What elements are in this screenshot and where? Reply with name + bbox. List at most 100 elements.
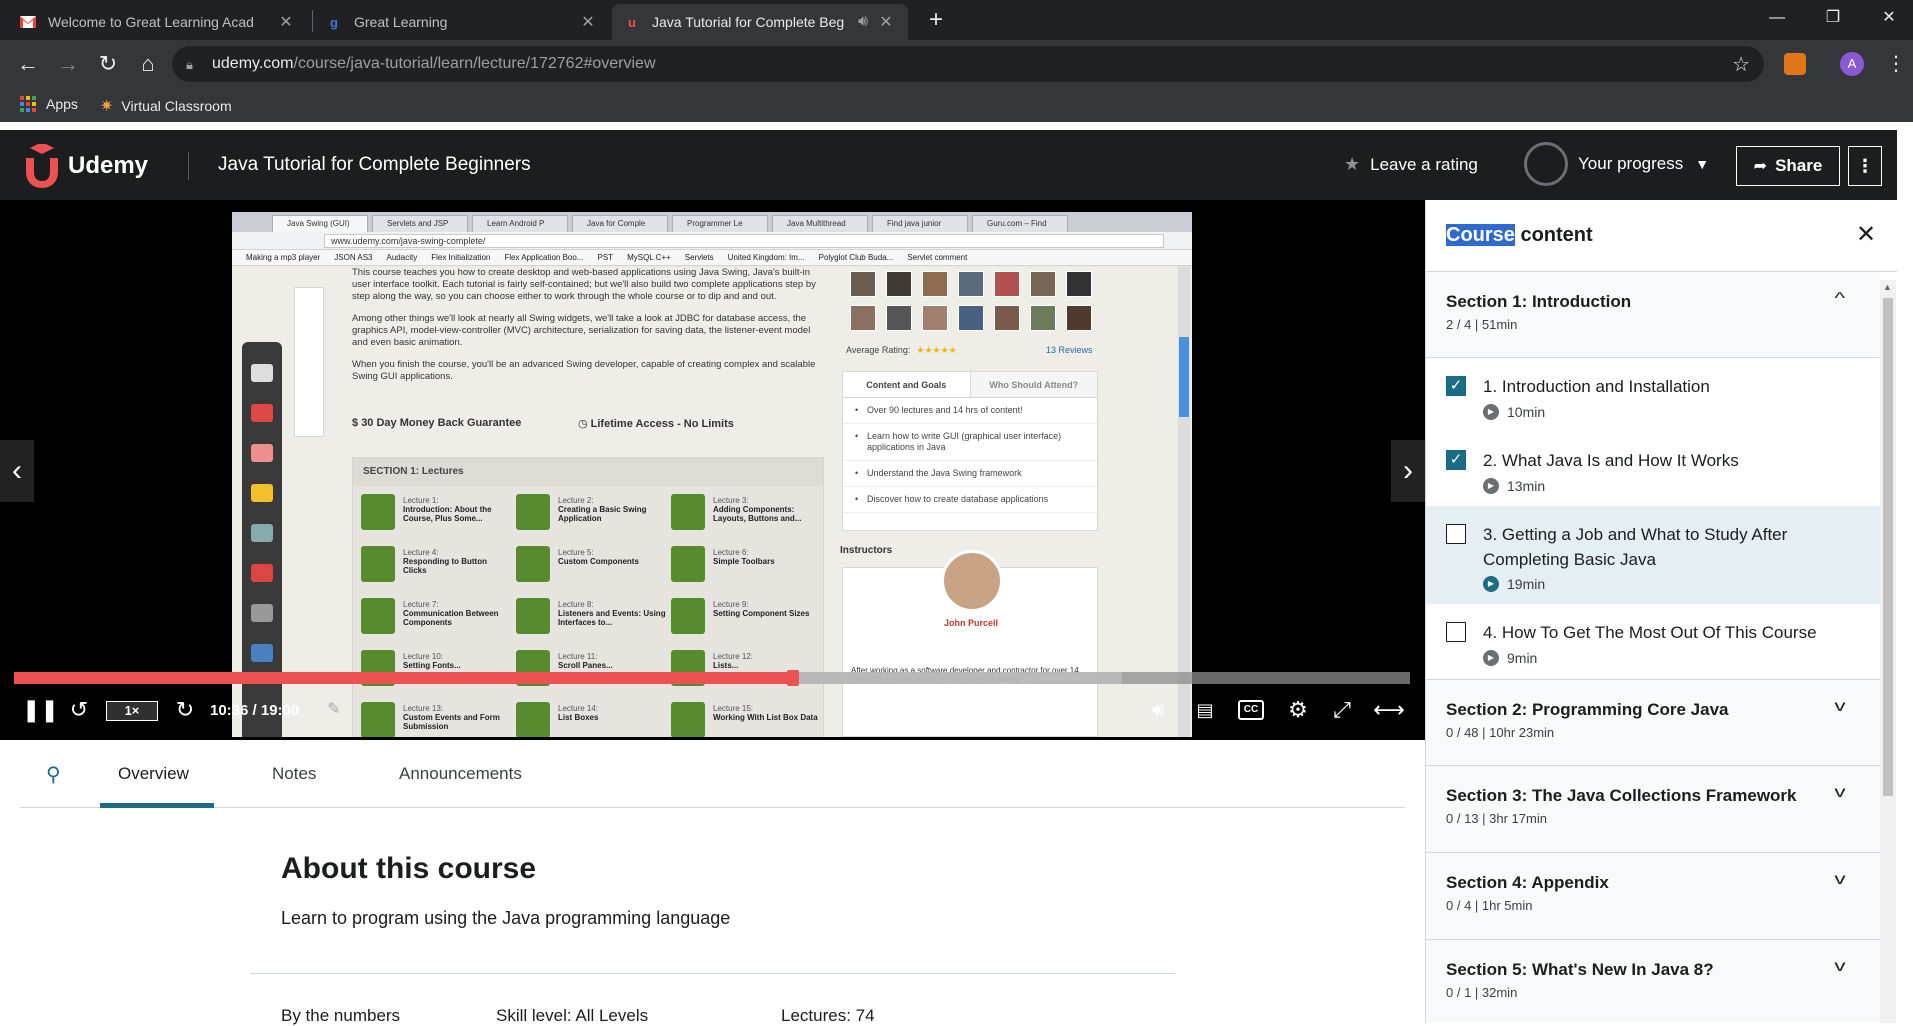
your-progress-button[interactable]: Your progress ▼ — [1524, 142, 1709, 186]
bookmark-virtual-classroom[interactable]: ✷ Virtual Classroom — [100, 96, 232, 116]
speaker-icon[interactable]: 🔊︎ — [850, 13, 876, 31]
screen-guarantee: $ 30 Day Money Back Guarantee — [352, 417, 522, 429]
rewind-icon[interactable]: ↺ — [66, 696, 92, 724]
section-name: Section 3: The Java Collections Framewor… — [1446, 786, 1797, 805]
tab-overview[interactable]: Overview — [118, 764, 189, 784]
course-title[interactable]: Java Tutorial for Complete Beginners — [218, 154, 531, 176]
playback-speed-button[interactable]: 1× — [106, 701, 158, 721]
lecture-item-2[interactable]: ✓ 2. What Java Is and How It Works ▶ 13mi… — [1426, 432, 1880, 506]
screen-lecture-thumb-icon — [516, 494, 550, 530]
close-tab-icon[interactable]: ✕ — [276, 12, 296, 32]
transcript-icon[interactable]: ▤ — [1192, 696, 1218, 724]
metamask-extension-icon[interactable] — [1784, 53, 1806, 75]
browser-tab-great-learning[interactable]: g Great Learning ✕ — [314, 4, 610, 40]
next-lecture-arrow-icon[interactable]: › — [1391, 440, 1425, 502]
video-seek-bar[interactable] — [14, 670, 1410, 686]
tab-notes[interactable]: Notes — [272, 764, 316, 784]
close-tab-icon[interactable]: ✕ — [578, 12, 598, 32]
leave-rating-button[interactable]: ★ Leave a rating — [1344, 154, 1478, 175]
close-icon[interactable]: ✕ — [1856, 220, 1876, 249]
lecture-title: 1. Introduction and Installation — [1483, 377, 1710, 396]
screen-bookmark: Servlets — [684, 253, 714, 262]
screen-student-avatar — [850, 271, 876, 297]
checkbox-unchecked[interactable] — [1446, 622, 1466, 642]
bookmark-label: Apps — [46, 96, 78, 112]
screen-lecture-number: Lecture 11: — [558, 652, 598, 661]
screen-lecture-card: Lecture 8: Listeners and Events: Using In… — [516, 598, 666, 638]
close-tab-icon[interactable]: ✕ — [876, 12, 896, 32]
back-icon[interactable]: ← — [14, 50, 42, 78]
browser-tab-gmail[interactable]: Welcome to Great Learning Acad ✕ — [8, 4, 308, 40]
checkbox-checked[interactable]: ✓ — [1446, 376, 1466, 396]
address-bar[interactable]: 🔒︎ udemy.com/course/java-tutorial/learn/… — [172, 46, 1764, 82]
section-4-header[interactable]: Section 4: Appendix 0 / 4 | 1hr 5min v — [1426, 853, 1880, 940]
sidebar-scrollbar[interactable]: ▲ — [1880, 280, 1896, 1023]
new-tab-button[interactable]: + — [922, 6, 950, 34]
checkbox-unchecked[interactable] — [1446, 524, 1466, 544]
share-button[interactable]: ➦ Share — [1736, 146, 1840, 186]
minimize-icon[interactable]: — — [1753, 0, 1801, 36]
chrome-menu-icon[interactable]: ⋮ — [1886, 52, 1906, 76]
screen-lecture-text: Lecture 1: Introduction: About the Course… — [403, 496, 511, 523]
screen-reviews-link: 13 Reviews — [1046, 345, 1093, 355]
screen-lecture-title: Communication Between Components — [403, 609, 499, 627]
forward-icon[interactable]: → — [54, 50, 82, 78]
captions-button[interactable]: CC — [1238, 700, 1264, 720]
bookmark-apps[interactable]: Apps — [20, 96, 78, 112]
lecture-item-3-current[interactable]: 3. Getting a Job and What to Study After… — [1426, 506, 1880, 604]
seek-handle[interactable] — [786, 670, 799, 686]
close-window-icon[interactable]: ✕ — [1865, 0, 1913, 36]
screen-goals-tab: Content and Goals — [866, 380, 947, 390]
tab-announcements[interactable]: Announcements — [399, 764, 522, 784]
reload-icon[interactable]: ↻ — [94, 50, 122, 78]
video-controls: ❚❚ ↺ 1× ↻ 10:36 / 19:00 ✎ 🔊︎ ▤ CC ⚙ ⤢ ⟷ — [0, 690, 1425, 730]
previous-lecture-arrow-icon[interactable]: ‹ — [0, 440, 34, 502]
expand-theater-icon[interactable]: ⟷ — [1372, 696, 1406, 724]
lecture-title: 3. Getting a Job and What to Study After… — [1483, 525, 1788, 569]
screen-bookmark: PST — [597, 253, 614, 262]
screen-browser-tab: Java for Comple — [572, 215, 668, 232]
screen-lecture-card: Lecture 3: Adding Components: Layouts, Bu… — [671, 494, 821, 534]
screen-lecture-card: Lecture 6: Simple Toolbars — [671, 546, 821, 586]
browser-tab-udemy[interactable]: u Java Tutorial for Complete Beg 🔊︎ ✕ — [612, 4, 908, 40]
bookmark-star-icon[interactable]: ☆ — [1732, 52, 1750, 77]
settings-gear-icon[interactable]: ⚙ — [1284, 696, 1312, 724]
fullscreen-icon[interactable]: ⤢ — [1328, 696, 1356, 724]
search-icon[interactable]: ⚲ — [46, 762, 61, 787]
section-1-header[interactable]: Section 1: Introduction 2 / 4 | 51min ^ — [1426, 272, 1880, 358]
scroll-up-icon[interactable]: ▲ — [1883, 282, 1892, 292]
screen-student-avatar — [1030, 305, 1056, 331]
screen-lecture-title: Responding to Button Clicks — [403, 557, 487, 575]
restore-icon[interactable]: ❐ — [1809, 0, 1857, 36]
screen-student-avatar — [886, 271, 912, 297]
screen-lecture-thumb-icon — [671, 494, 705, 530]
profile-avatar[interactable]: A — [1840, 52, 1864, 76]
scrollbar-thumb[interactable] — [1883, 298, 1893, 796]
screen-bookmark: Making a mp3 player — [246, 253, 321, 262]
more-options-button[interactable]: ⋮ — [1848, 146, 1882, 186]
home-icon[interactable]: ⌂ — [134, 50, 162, 78]
screen-goal-item: Over 90 lectures and 14 hrs of content! — [843, 398, 1097, 424]
udemy-logo[interactable]: Udemy — [20, 142, 148, 188]
checkbox-checked[interactable]: ✓ — [1446, 450, 1466, 470]
screen-student-avatar — [922, 271, 948, 297]
section-meta: 0 / 13 | 3hr 17min — [1446, 811, 1547, 826]
pause-icon[interactable]: ❚❚ — [22, 696, 59, 724]
lecture-item-1[interactable]: ✓ 1. Introduction and Installation ▶ 10mi… — [1426, 358, 1880, 432]
section-2-header[interactable]: Section 2: Programming Core Java 0 / 48 … — [1426, 680, 1880, 766]
forward-icon[interactable]: ↻ — [172, 696, 198, 724]
lecture-item-4[interactable]: 4. How To Get The Most Out Of This Cours… — [1426, 604, 1880, 680]
lecture-title: 4. How To Get The Most Out Of This Cours… — [1483, 623, 1817, 642]
notes-icon[interactable]: ✎ — [322, 696, 346, 724]
screen-lecture-title: Simple Toolbars — [713, 557, 775, 566]
section-5-header[interactable]: Section 5: What's New In Java 8? 0 / 1 |… — [1426, 940, 1880, 1023]
section-meta: 0 / 4 | 1hr 5min — [1446, 898, 1533, 913]
screen-lecture-number: Lecture 5: — [558, 548, 594, 557]
screen-paragraph: Among other things we'll look at nearly … — [352, 313, 811, 348]
video-player[interactable]: Java Swing (GUI) Servlets and JSP Learn An… — [0, 200, 1425, 740]
volume-icon[interactable]: 🔊︎ — [1144, 696, 1172, 724]
section-3-header[interactable]: Section 3: The Java Collections Framewor… — [1426, 766, 1880, 853]
screen-right-column: Average Rating: ★★★★★ 13 Reviews Content … — [840, 267, 1100, 737]
screen-lecture-text: Lecture 10: Setting Fonts... — [403, 652, 511, 670]
play-circle-icon: ▶ — [1483, 404, 1499, 420]
